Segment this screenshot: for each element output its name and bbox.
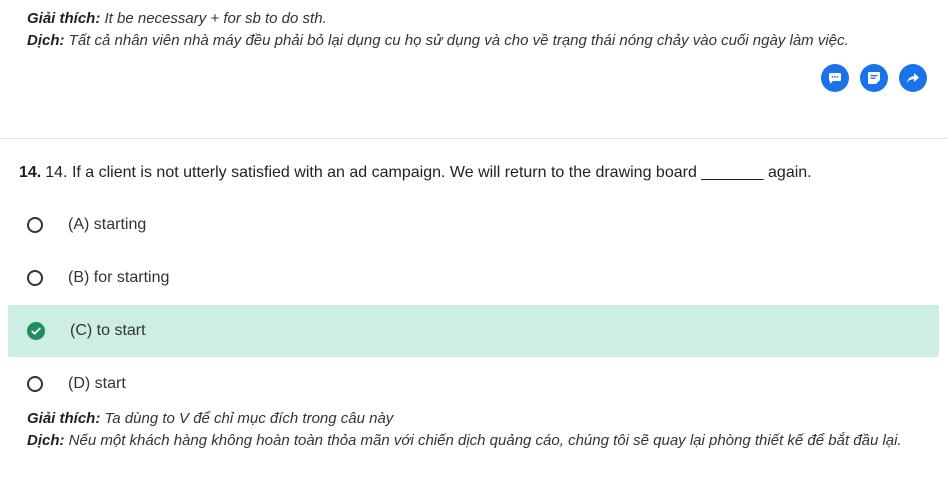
answer-explanation: Giải thích: Ta dùng to V để chỉ mục đích… xyxy=(27,408,932,452)
option-d[interactable]: (D) start xyxy=(8,358,939,410)
giai-thich-label: Giải thích: xyxy=(27,10,101,27)
dich: Dịch: Nếu một khách hàng không hoàn toàn… xyxy=(27,430,932,452)
checkmark-icon xyxy=(31,327,41,335)
dich-label: Dịch: xyxy=(27,32,65,49)
question-text: 14. 14. If a client is not utterly satisf… xyxy=(19,163,812,183)
share-button[interactable] xyxy=(899,64,927,92)
section-divider xyxy=(0,138,948,139)
dich-text: Nếu một khách hàng không hoàn toàn thỏa … xyxy=(64,432,902,449)
dich-text: Tất cả nhân viên nhà máy đều phải bỏ lại… xyxy=(64,32,849,49)
comment-button[interactable] xyxy=(821,64,849,92)
previous-giai-thich: Giải thích: It be necessary + for sb to … xyxy=(27,8,849,30)
giai-thich-text: Ta dùng to V để chỉ mục đích trong câu n… xyxy=(100,410,394,427)
giai-thich-label: Giải thích: xyxy=(27,410,101,427)
previous-explanation: Giải thích: It be necessary + for sb to … xyxy=(27,8,849,52)
option-label: (C) to start xyxy=(70,322,146,339)
option-b[interactable]: (B) for starting xyxy=(8,252,939,304)
previous-dich: Dịch: Tất cả nhân viên nhà máy đều phải … xyxy=(27,30,849,52)
option-label: (A) starting xyxy=(68,216,147,233)
question-number: 14. xyxy=(19,164,42,181)
radio-unchecked-icon[interactable] xyxy=(27,217,43,233)
radio-unchecked-icon[interactable] xyxy=(27,270,43,286)
option-a[interactable]: (A) starting xyxy=(8,199,939,251)
question-body: 14. If a client is not utterly satisfied… xyxy=(45,164,812,181)
radio-unchecked-icon[interactable] xyxy=(27,376,43,392)
giai-thich: Giải thích: Ta dùng to V để chỉ mục đích… xyxy=(27,408,932,430)
giai-thich-text: It be necessary + for sb to do sth. xyxy=(100,10,327,27)
comment-icon xyxy=(829,73,841,84)
note-icon xyxy=(868,72,880,84)
action-buttons xyxy=(821,64,927,92)
dich-label: Dịch: xyxy=(27,432,65,449)
share-icon xyxy=(907,73,919,83)
option-c[interactable]: (C) to start xyxy=(8,305,939,357)
option-label: (B) for starting xyxy=(68,269,170,286)
check-circle-icon[interactable] xyxy=(27,322,45,340)
option-label: (D) start xyxy=(68,375,126,392)
note-button[interactable] xyxy=(860,64,888,92)
